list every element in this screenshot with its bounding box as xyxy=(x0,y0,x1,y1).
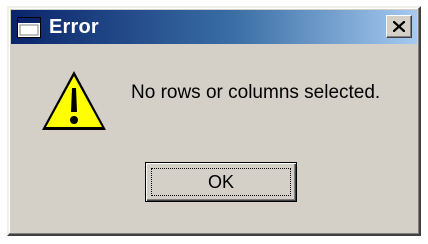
error-message: No rows or columns selected. xyxy=(131,82,381,103)
ok-button-label: OK xyxy=(207,171,234,192)
window-title: Error xyxy=(49,16,99,38)
warning-icon xyxy=(42,71,106,130)
ok-button[interactable]: OK xyxy=(145,162,297,202)
title-bar[interactable]: Error xyxy=(11,10,417,44)
error-dialog: Error No rows or columns selected. OK xyxy=(7,6,421,236)
close-button[interactable] xyxy=(386,15,412,38)
close-icon xyxy=(393,21,405,32)
window-icon xyxy=(17,16,41,38)
